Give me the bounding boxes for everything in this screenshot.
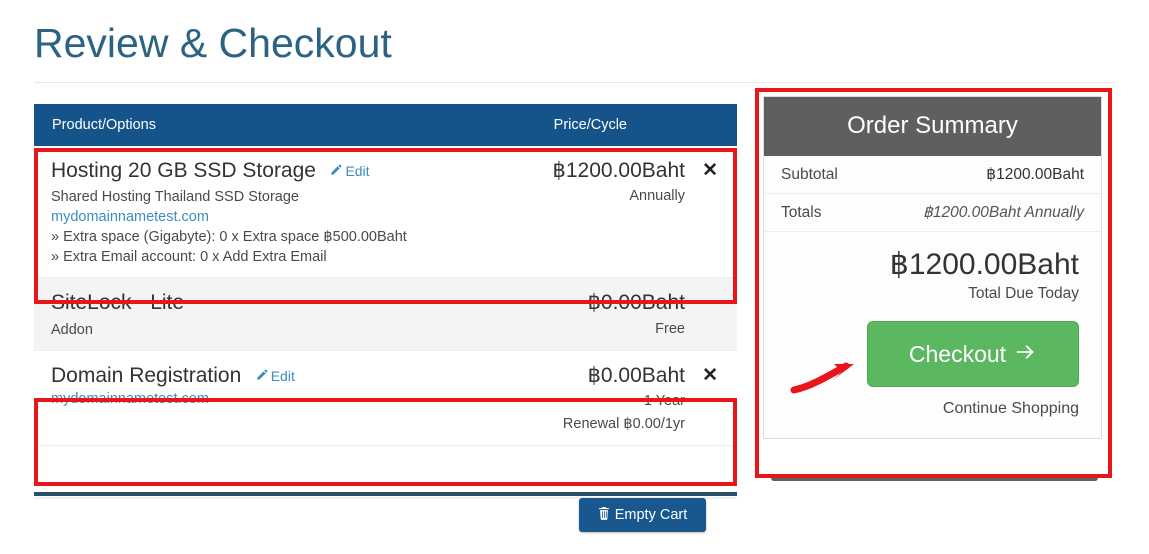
product-renewal-price: Renewal ฿0.00/1yr bbox=[562, 415, 685, 432]
empty-cart-button[interactable]: Empty Cart bbox=[579, 498, 706, 532]
product-domain-link[interactable]: mydomainnametest.com bbox=[51, 207, 505, 227]
empty-cart-label: Empty Cart bbox=[614, 507, 688, 523]
product-name: SiteLock - Lite bbox=[51, 291, 185, 315]
summary-line-subtotal: Subtotal ฿1200.00Baht bbox=[764, 156, 1101, 194]
product-name: Hosting 20 GB SSD Storage bbox=[51, 159, 316, 182]
pencil-icon bbox=[329, 164, 342, 180]
continue-shopping-link[interactable]: Continue Shopping bbox=[764, 387, 1101, 438]
total-due-block: ฿1200.00Baht Total Due Today bbox=[764, 232, 1101, 309]
summary-line-totals: Totals ฿1200.00Baht Annually bbox=[764, 194, 1101, 232]
total-caption: Total Due Today bbox=[968, 285, 1079, 302]
cart-row-price: ฿0.00Baht Free bbox=[505, 290, 737, 339]
summary-label: Subtotal bbox=[781, 166, 838, 183]
column-header-price: Price/Cycle bbox=[553, 117, 627, 133]
summary-value: ฿1200.00Baht bbox=[986, 166, 1084, 183]
product-config-line: » Extra space (Gigabyte): 0 x Extra spac… bbox=[51, 229, 407, 246]
edit-link-label: Edit bbox=[270, 367, 295, 384]
arrow-right-icon bbox=[1015, 341, 1037, 368]
checkout-button-wrap: Checkout bbox=[764, 309, 1101, 387]
product-price: ฿1200.00Baht bbox=[552, 159, 685, 182]
cart-table-header: Product/Options Price/Cycle bbox=[34, 104, 737, 146]
product-billing-cycle: Annually bbox=[629, 188, 685, 205]
column-header-product: Product/Options bbox=[52, 117, 156, 133]
cart-table: Product/Options Price/Cycle Hosting 20 G… bbox=[34, 104, 737, 446]
total-amount: ฿1200.00Baht bbox=[889, 248, 1079, 281]
edit-product-link[interactable]: Edit bbox=[329, 163, 370, 180]
edit-product-link[interactable]: Edit bbox=[255, 368, 295, 384]
cart-row-details: SiteLock - Lite Addon bbox=[34, 290, 505, 339]
order-summary-panel: Order Summary Subtotal ฿1200.00Baht Tota… bbox=[763, 96, 1102, 439]
cart-row-details: Hosting 20 GB SSD Storage Edit Shared Ho… bbox=[34, 158, 505, 267]
close-icon[interactable]: ✕ bbox=[702, 366, 718, 385]
checkout-button[interactable]: Checkout bbox=[867, 321, 1079, 387]
order-summary-heading: Order Summary bbox=[764, 97, 1101, 156]
title-divider bbox=[34, 82, 1115, 83]
trash-icon bbox=[598, 506, 610, 524]
product-description: Addon bbox=[51, 321, 93, 338]
product-config-line: » Extra Email account: 0 x Add Extra Ema… bbox=[51, 249, 327, 266]
edit-link-label: Edit bbox=[345, 163, 370, 180]
product-price: ฿0.00Baht bbox=[587, 291, 685, 315]
pencil-icon bbox=[255, 369, 268, 385]
checkout-label: Checkout bbox=[908, 340, 1007, 367]
product-price: ฿0.00Baht bbox=[587, 363, 685, 387]
close-icon[interactable]: ✕ bbox=[702, 161, 718, 180]
table-row: SiteLock - Lite Addon ฿0.00Baht Free bbox=[34, 278, 737, 351]
cart-table-footer-bar bbox=[34, 492, 737, 496]
cart-row-details: Domain Registration Edit mydomainnametes… bbox=[34, 363, 505, 435]
table-row: Domain Registration Edit mydomainnametes… bbox=[34, 350, 737, 446]
product-billing-cycle: 1 Year bbox=[643, 392, 685, 409]
product-billing-cycle: Free bbox=[655, 320, 685, 337]
page-title: Review & Checkout bbox=[34, 20, 392, 66]
summary-label: Totals bbox=[781, 204, 822, 221]
product-description: Shared Hosting Thailand SSD Storage bbox=[51, 189, 299, 206]
product-domain-link[interactable]: mydomainnametest.com bbox=[51, 389, 505, 409]
order-summary-shadow-bar bbox=[771, 475, 1098, 481]
summary-value: ฿1200.00Baht Annually bbox=[923, 204, 1084, 221]
product-name: Domain Registration bbox=[51, 363, 242, 387]
table-row: Hosting 20 GB SSD Storage Edit Shared Ho… bbox=[34, 146, 737, 279]
